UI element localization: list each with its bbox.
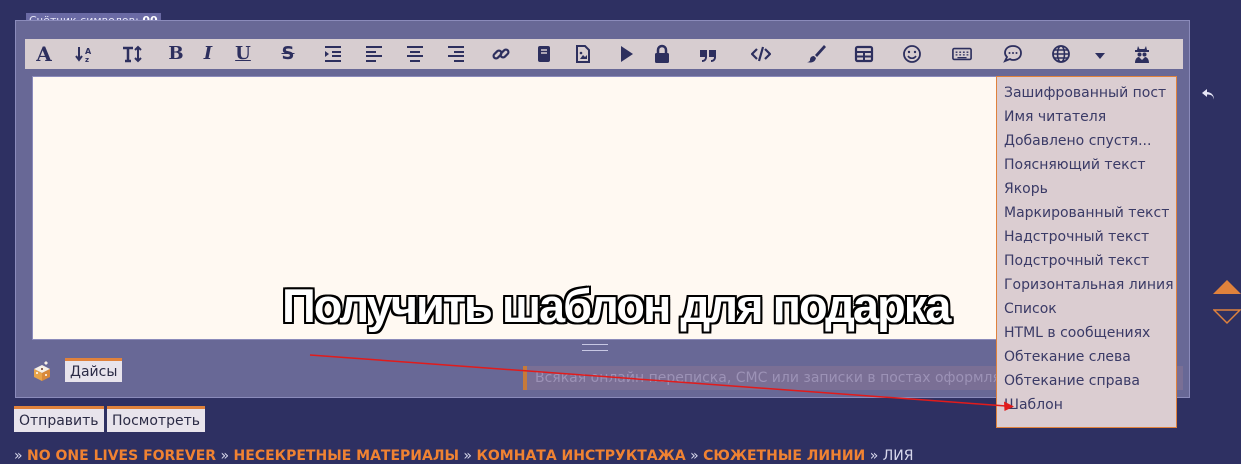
paint-brush-icon[interactable] [803, 42, 829, 66]
align-right-icon[interactable] [443, 42, 469, 66]
overlay-title: Получить шаблон для подарка [282, 279, 951, 332]
menu-item-template[interactable]: Шаблон [997, 393, 1176, 417]
menu-item-explanatory-text[interactable]: Поясняющий текст [997, 153, 1176, 177]
breadcrumb-link-category[interactable]: НЕСЕКРЕТНЫЕ МАТЕРИАЛЫ [234, 448, 459, 464]
menu-item-reader-name[interactable]: Имя читателя [997, 105, 1176, 129]
menu-item-float-right[interactable]: Обтекание справа [997, 369, 1176, 393]
user-secret-icon[interactable] [1129, 42, 1155, 66]
menu-item-html-in-posts[interactable]: HTML в сообщениях [997, 321, 1176, 345]
breadcrumb-current: ЛИЯ [882, 448, 914, 464]
breadcrumb-separator: » [220, 448, 230, 464]
dice-icon[interactable] [31, 360, 53, 382]
undo-icon[interactable] [1201, 86, 1215, 100]
breadcrumb: » NO ONE LIVES FOREVER » НЕСЕКРЕТНЫЕ МАТ… [14, 448, 913, 464]
menu-item-marked-text[interactable]: Маркированный текст [997, 201, 1176, 225]
link-icon[interactable] [488, 42, 514, 66]
indent-icon[interactable] [320, 42, 346, 66]
smiley-icon[interactable] [899, 42, 925, 66]
font-size-icon[interactable]: Az [72, 42, 98, 66]
menu-item-added-later[interactable]: Добавлено спустя... [997, 129, 1176, 153]
code-icon[interactable] [748, 42, 774, 66]
quote-icon[interactable] [695, 42, 721, 66]
breadcrumb-link-section[interactable]: КОМНАТА ИНСТРУКТАЖА [476, 448, 685, 464]
editor-toolbar: A Az B I U S [25, 39, 1183, 69]
breadcrumb-separator: » [463, 448, 472, 464]
bold-icon[interactable]: B [163, 42, 189, 66]
play-icon[interactable] [613, 42, 639, 66]
keyboard-icon[interactable] [949, 42, 975, 66]
svg-text:z: z [85, 56, 89, 64]
menu-item-float-left[interactable]: Обтекание слева [997, 345, 1176, 369]
menu-item-subscript[interactable]: Подстрочный текст [997, 249, 1176, 273]
text-height-icon[interactable] [119, 42, 145, 66]
svg-text:A: A [85, 47, 92, 56]
menu-item-anchor[interactable]: Якорь [997, 177, 1176, 201]
breadcrumb-link-forum[interactable]: NO ONE LIVES FOREVER [27, 448, 216, 464]
menu-item-superscript[interactable]: Надстрочный текст [997, 225, 1176, 249]
dice-button[interactable]: Дайсы [65, 358, 123, 382]
italic-icon[interactable]: I [195, 42, 221, 66]
insert-dropdown-menu: Зашифрованный пост Имя читателя Добавлен… [996, 76, 1177, 428]
scroll-down-icon[interactable] [1212, 309, 1241, 325]
breadcrumb-link-subsection[interactable]: СЮЖЕТНЫЕ ЛИНИИ [703, 448, 865, 464]
breadcrumb-separator: » [690, 448, 699, 464]
menu-item-encrypted-post[interactable]: Зашифрованный пост [997, 81, 1176, 105]
align-left-icon[interactable] [361, 42, 387, 66]
strikethrough-icon[interactable]: S [275, 42, 301, 66]
preview-button[interactable]: Посмотреть [107, 406, 205, 432]
menu-item-list[interactable]: Список [997, 297, 1176, 321]
scroll-up-icon[interactable] [1213, 279, 1241, 294]
font-icon[interactable]: A [31, 42, 57, 66]
breadcrumb-separator: » [14, 448, 23, 464]
speech-bubble-icon[interactable] [1000, 42, 1026, 66]
underline-icon[interactable]: U [230, 42, 256, 66]
caret-down-icon[interactable] [1087, 42, 1113, 66]
submit-button[interactable]: Отправить [14, 406, 104, 432]
menu-item-horizontal-line[interactable]: Горизонтальная линия [997, 273, 1176, 297]
image-file-icon[interactable] [570, 42, 596, 66]
lock-icon[interactable] [649, 42, 675, 66]
table-icon[interactable] [851, 42, 877, 66]
resize-handle[interactable] [582, 344, 608, 351]
globe-icon[interactable] [1048, 42, 1074, 66]
book-icon[interactable] [531, 42, 557, 66]
align-center-icon[interactable] [402, 42, 428, 66]
breadcrumb-separator: » [869, 448, 879, 464]
